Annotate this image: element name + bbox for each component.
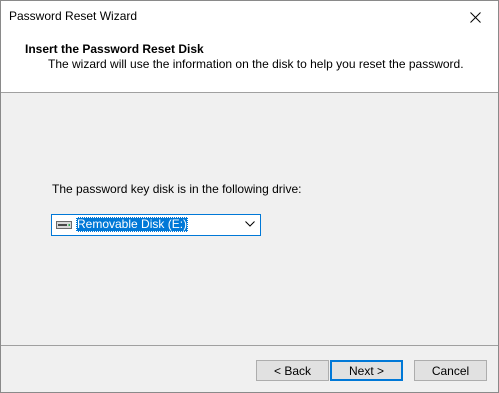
page-title: Insert the Password Reset Disk — [25, 42, 204, 56]
password-reset-wizard-window: Password Reset Wizard Insert the Passwor… — [0, 0, 499, 393]
footer-divider — [1, 345, 498, 346]
wizard-body: The password key disk is in the followin… — [1, 93, 498, 343]
wizard-header: Insert the Password Reset Disk The wizar… — [1, 33, 498, 93]
cancel-button[interactable]: Cancel — [414, 360, 487, 381]
removable-drive-icon — [56, 221, 72, 229]
close-icon — [469, 11, 481, 23]
drive-select-value: Removable Disk (E:) — [76, 217, 189, 232]
window-title: Password Reset Wizard — [9, 9, 138, 23]
drive-label: The password key disk is in the followin… — [52, 182, 302, 196]
next-button[interactable]: Next > — [330, 360, 403, 381]
back-button[interactable]: < Back — [256, 360, 329, 381]
title-bar: Password Reset Wizard — [1, 1, 498, 33]
chevron-down-icon[interactable] — [245, 221, 255, 227]
close-button[interactable] — [452, 1, 498, 33]
drive-select[interactable]: Removable Disk (E:) — [51, 214, 261, 236]
page-description: The wizard will use the information on t… — [48, 57, 464, 71]
